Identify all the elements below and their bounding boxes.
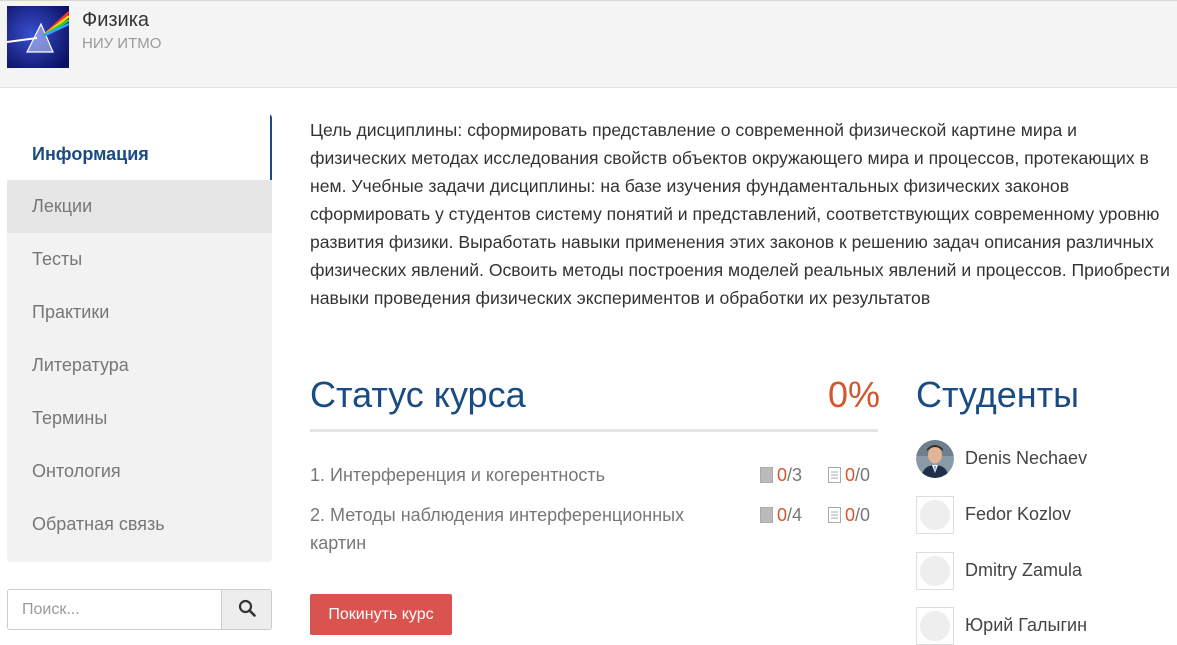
students-title: Студенты bbox=[916, 374, 1079, 415]
course-progress-bar bbox=[310, 429, 878, 432]
search-icon bbox=[238, 599, 256, 617]
lesson-row[interactable]: 1. Интерференция и когерентность 0/3 0/0 bbox=[310, 461, 878, 489]
lesson-test-count: 0/0 bbox=[828, 501, 870, 529]
lesson-lecture-count: 0/4 bbox=[760, 501, 802, 529]
list-icon bbox=[828, 467, 841, 483]
sidebar-item-practice[interactable]: Практики bbox=[7, 286, 272, 339]
sidebar-item-terms[interactable]: Термины bbox=[7, 392, 272, 445]
search-input[interactable] bbox=[7, 589, 222, 630]
lesson-row[interactable]: 2. Методы наблюдения интерференционных к… bbox=[310, 501, 878, 557]
sidebar-item-lectures[interactable]: Лекции bbox=[7, 180, 272, 233]
student-name[interactable]: Юрий Галыгин bbox=[965, 615, 1087, 636]
lecture-total-count: /3 bbox=[787, 465, 803, 485]
search-button[interactable] bbox=[221, 589, 272, 630]
avatar[interactable] bbox=[916, 496, 954, 534]
sidebar-item-info[interactable]: Информация bbox=[7, 114, 272, 180]
course-org: НИУ ИТМО bbox=[82, 35, 162, 52]
lesson-name[interactable]: 1. Интерференция и когерентность bbox=[310, 461, 710, 489]
search-bar bbox=[7, 589, 272, 630]
sidebar-item-literature[interactable]: Литература bbox=[7, 339, 272, 392]
avatar[interactable] bbox=[916, 607, 954, 645]
lesson-test-count: 0/0 bbox=[828, 461, 870, 489]
course-title[interactable]: Физика bbox=[82, 9, 149, 32]
list-icon bbox=[828, 507, 841, 523]
lecture-done-count: 0 bbox=[777, 505, 788, 525]
lecture-done-count: 0 bbox=[777, 465, 788, 485]
course-progress-percent: 0% bbox=[828, 374, 881, 415]
test-done-count: 0 bbox=[845, 505, 856, 525]
course-description: Цель дисциплины: сформировать представле… bbox=[310, 120, 1170, 308]
test-done-count: 0 bbox=[845, 465, 856, 485]
document-icon bbox=[760, 507, 773, 523]
sidebar-item-feedback[interactable]: Обратная связь bbox=[7, 498, 272, 551]
avatar[interactable] bbox=[916, 440, 954, 478]
sidebar-item-ontology[interactable]: Онтология bbox=[7, 445, 272, 498]
course-header: Физика НИУ ИТМО bbox=[0, 0, 1177, 88]
avatar[interactable] bbox=[916, 552, 954, 590]
student-name[interactable]: Dmitry Zamula bbox=[965, 560, 1082, 581]
document-icon bbox=[760, 467, 773, 483]
lecture-total-count: /4 bbox=[787, 505, 803, 525]
test-total-count: /0 bbox=[855, 465, 871, 485]
lesson-name[interactable]: 2. Методы наблюдения интерференционных к… bbox=[310, 501, 710, 557]
student-name[interactable]: Denis Nechaev bbox=[965, 448, 1087, 469]
test-total-count: /0 bbox=[855, 505, 871, 525]
course-logo[interactable] bbox=[7, 6, 69, 68]
course-status-title: Статус курса bbox=[310, 374, 526, 415]
lesson-lecture-count: 0/3 bbox=[760, 461, 802, 489]
leave-course-button[interactable]: Покинуть курс bbox=[310, 594, 452, 635]
sidebar-nav: Информация Лекции Тесты Практики Литерат… bbox=[7, 114, 272, 562]
student-name[interactable]: Fedor Kozlov bbox=[965, 504, 1071, 525]
sidebar-item-tests[interactable]: Тесты bbox=[7, 233, 272, 286]
